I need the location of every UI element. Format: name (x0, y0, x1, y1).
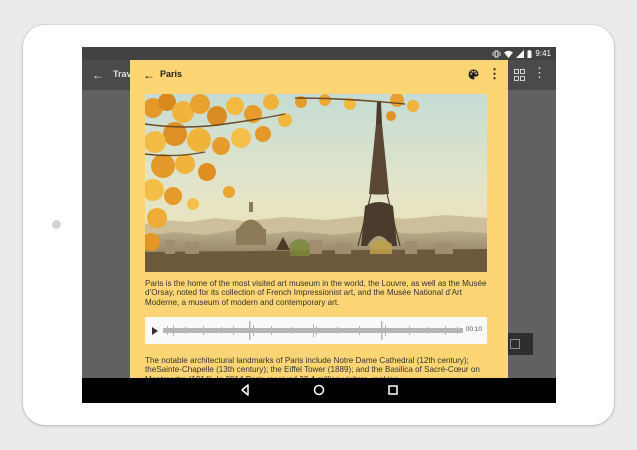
dialog-title: Paris (160, 69, 183, 79)
nav-home-icon[interactable] (311, 382, 327, 398)
status-bar: 9:41 (82, 47, 556, 60)
device-screen: 9:41 ← Trav ⋮ ← Paris ⋮ Paris is the hom… (82, 47, 556, 403)
vibrate-icon (493, 50, 501, 57)
back-arrow-icon[interactable]: ← (92, 68, 104, 82)
play-icon[interactable] (152, 327, 158, 335)
palette-icon[interactable] (468, 69, 479, 80)
back-arrow-icon[interactable]: ← (143, 68, 155, 82)
eiffel-tower-autumn-photo (145, 94, 487, 272)
landmarks-paragraph: The notable architectural landmarks of P… (145, 356, 480, 378)
more-vert-icon[interactable]: ⋮ (488, 67, 501, 80)
signal-icon (516, 49, 525, 58)
audio-waveform[interactable] (163, 320, 463, 341)
wifi-icon (504, 50, 514, 58)
audio-duration: 00:10 (465, 326, 482, 333)
background-app-title: Trav (113, 69, 132, 79)
more-vert-icon[interactable]: ⋮ (533, 66, 546, 79)
dialog-app-bar: ← Paris ⋮ (130, 60, 508, 90)
nav-back-icon[interactable] (237, 382, 253, 398)
status-time: 9:41 (535, 49, 551, 58)
checkbox-icon[interactable] (507, 333, 533, 355)
description-paragraph: Paris is the home of the most visited ar… (145, 279, 487, 307)
note-dialog: ← Paris ⋮ Paris is the home of the most … (130, 60, 508, 378)
audio-player[interactable]: 00:10 (145, 317, 487, 344)
battery-icon (527, 49, 532, 58)
grid-view-icon[interactable] (514, 69, 525, 81)
nav-recents-icon[interactable] (385, 382, 401, 398)
tablet-camera (52, 220, 61, 229)
navigation-bar (82, 378, 556, 403)
